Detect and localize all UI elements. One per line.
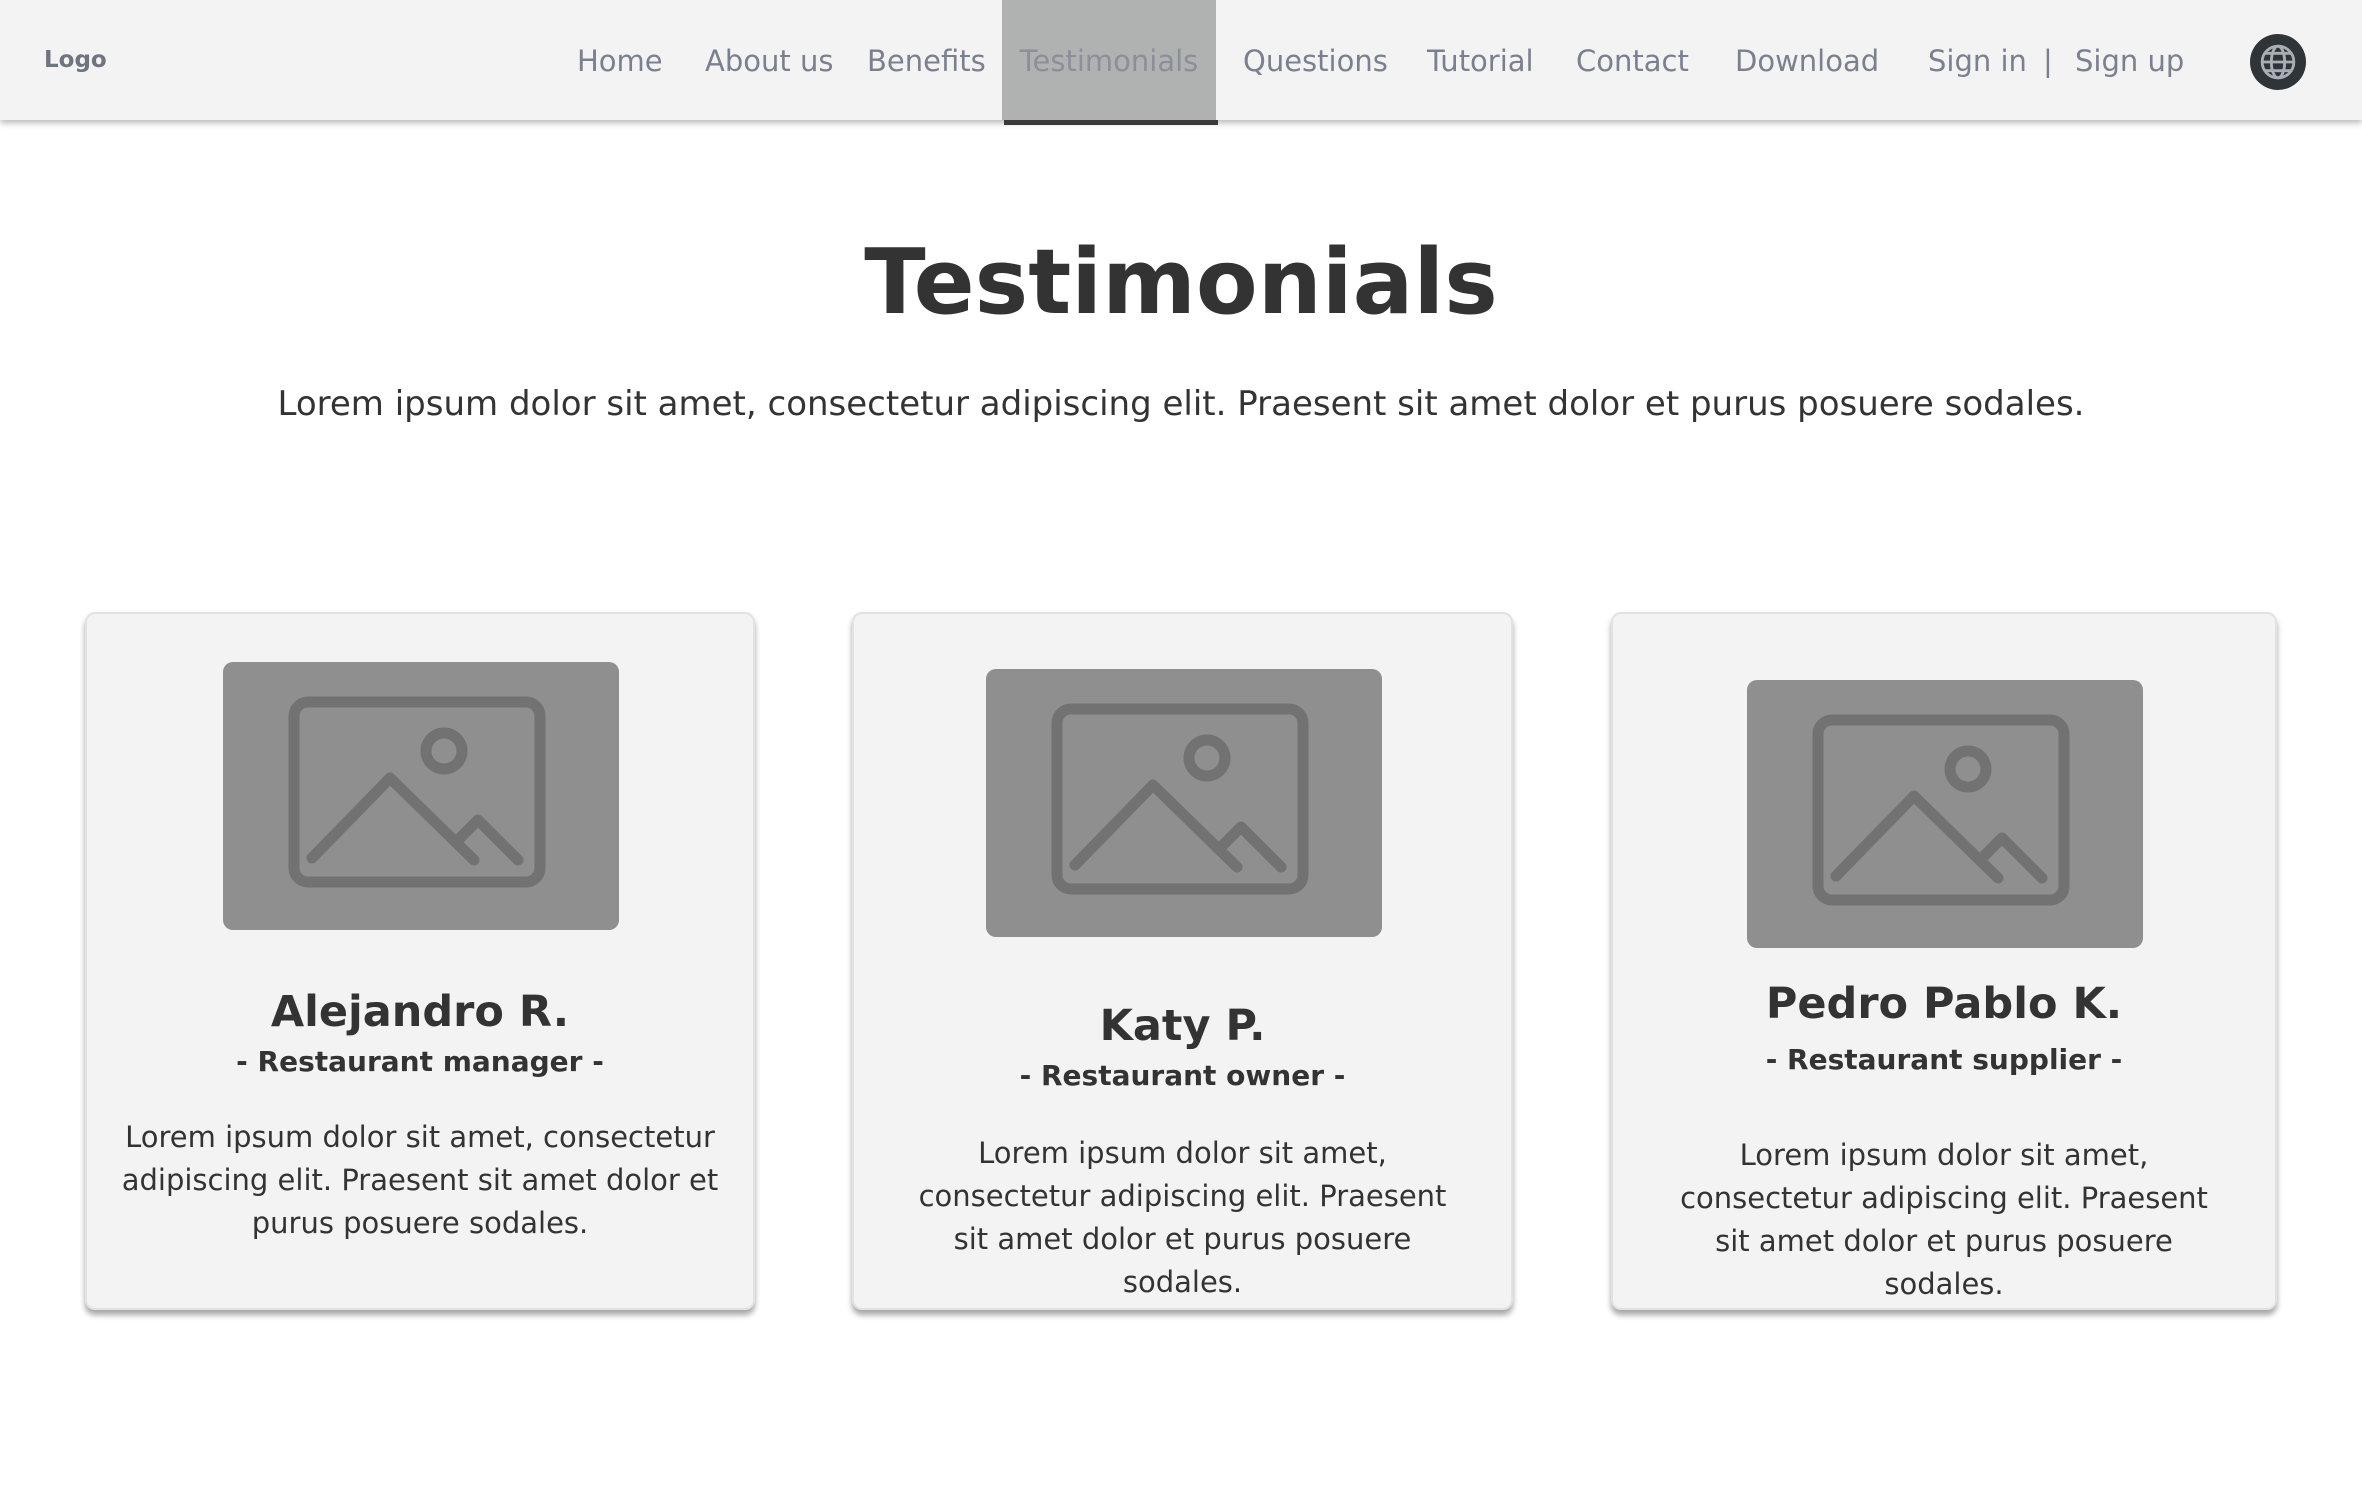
image-placeholder-icon [223,662,619,930]
nav-benefits[interactable]: Benefits [867,0,986,120]
testimonial-name: Katy P. [1099,1001,1266,1051]
page-title: Testimonials [864,230,1498,335]
sign-up-link[interactable]: Sign up [2075,0,2184,120]
nav-tutorial[interactable]: Tutorial [1427,0,1534,120]
testimonial-role: - Restaurant supplier - [1765,1043,2123,1076]
globe-icon[interactable] [2250,34,2306,90]
sign-in-link[interactable]: Sign in [1928,0,2027,120]
nav-testimonials[interactable]: Testimonials [1002,0,1218,125]
testimonial-role: - Restaurant owner - [1019,1059,1346,1092]
testimonial-card: Pedro Pablo K. - Restaurant supplier - L… [1611,612,2277,1310]
testimonial-name: Alejandro R. [270,987,570,1037]
nav-home[interactable]: Home [577,0,663,120]
nav-contact[interactable]: Contact [1576,0,1689,120]
page-subtitle: Lorem ipsum dolor sit amet, consectetur … [277,384,2085,424]
testimonial-card: Katy P. - Restaurant owner - Lorem ipsum… [852,612,1513,1310]
testimonial-role: - Restaurant manager - [236,1045,604,1078]
logo[interactable]: Logo [44,45,107,75]
testimonial-text: Lorem ipsum dolor sit amet, consectetur … [121,1120,719,1240]
image-placeholder-icon [986,669,1382,937]
testimonial-name: Pedro Pablo K. [1765,979,2123,1029]
top-navbar: Logo Home About us Benefits Testimonials… [0,0,2362,125]
auth-separator: | [2043,44,2053,78]
nav-about-us[interactable]: About us [705,0,833,120]
testimonial-text: Lorem ipsum dolor sit amet, consectetur … [918,1136,1447,1299]
nav-download[interactable]: Download [1735,0,1879,120]
testimonial-text: Lorem ipsum dolor sit amet, consectetur … [1680,1138,2208,1301]
image-placeholder-icon [1747,680,2143,948]
nav-questions[interactable]: Questions [1243,0,1388,120]
testimonial-card: Alejandro R. - Restaurant manager - Lore… [85,612,755,1310]
